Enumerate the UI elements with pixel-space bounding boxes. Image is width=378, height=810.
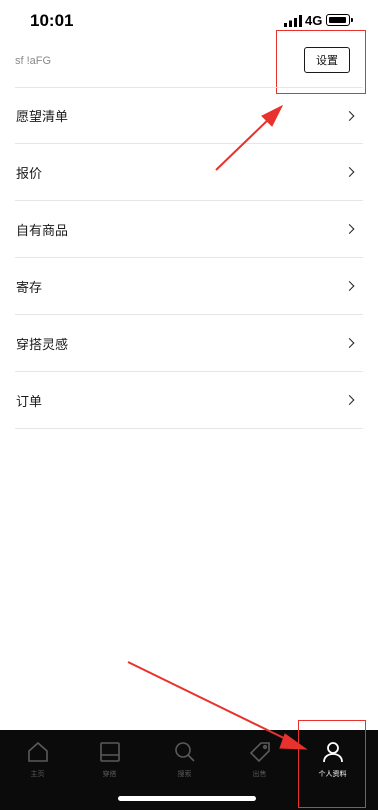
tab-label: 穿搭: [102, 770, 117, 778]
chevron-right-icon: [344, 281, 355, 291]
signal-icon: [284, 15, 302, 27]
wardrobe-icon: [99, 742, 120, 762]
menu-item-label: 愿望清单: [16, 110, 69, 125]
search-icon: [174, 742, 195, 762]
status-time: 10:01: [30, 11, 74, 30]
battery-icon: [326, 14, 353, 26]
annotation-box-settings: [276, 30, 366, 94]
home-indicator: [118, 796, 256, 801]
menu-item-offers[interactable]: 报价: [15, 144, 363, 201]
profile-menu: 愿望清单 报价 自有商品 寄存 穿搭灵感 订单: [0, 87, 378, 429]
menu-item-label: 订单: [16, 394, 43, 410]
tag-icon: [249, 742, 270, 763]
menu-item-outfit-inspiration[interactable]: 穿搭灵感: [15, 315, 363, 372]
username-label: sf !aFG: [15, 55, 52, 67]
chevron-right-icon: [344, 338, 355, 348]
home-icon: [27, 741, 48, 762]
tab-label: 主页: [30, 770, 45, 778]
menu-item-wishlist[interactable]: 愿望清单: [15, 87, 363, 144]
chevron-right-icon: [344, 224, 355, 234]
tab-label: 搜索: [177, 770, 192, 778]
menu-item-own-items[interactable]: 自有商品: [15, 201, 363, 258]
network-type: 4G: [305, 13, 323, 28]
tab-label: 出售: [252, 770, 267, 778]
tab-home[interactable]: 主页: [0, 730, 75, 810]
menu-item-label: 自有商品: [16, 223, 69, 239]
menu-item-label: 寄存: [16, 280, 43, 296]
menu-item-consignment[interactable]: 寄存: [15, 258, 363, 315]
annotation-box-profile: [298, 720, 366, 808]
chevron-right-icon: [344, 110, 355, 121]
menu-item-label: 穿搭灵感: [16, 337, 69, 353]
chevron-right-icon: [344, 167, 355, 177]
menu-item-orders[interactable]: 订单: [15, 372, 363, 429]
menu-item-label: 报价: [16, 166, 43, 182]
chevron-right-icon: [344, 395, 355, 405]
